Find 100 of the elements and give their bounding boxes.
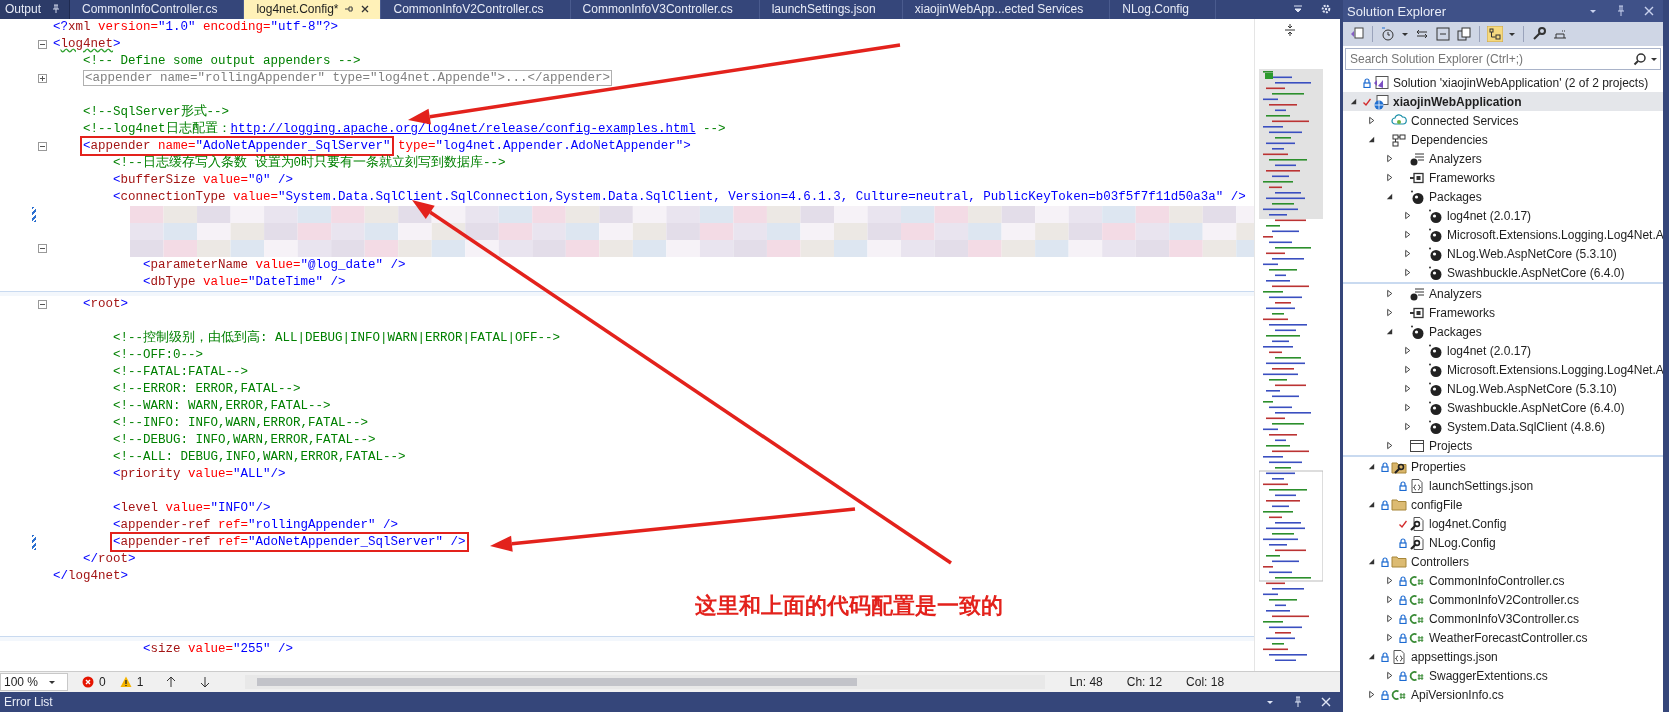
tree-item[interactable]: System.Data.SqlClient (4.8.6) <box>1343 417 1663 436</box>
zoom-dropdown[interactable]: 100 % <box>0 673 68 692</box>
caret-right-icon[interactable] <box>1385 576 1394 585</box>
arrow-up-icon[interactable] <box>165 676 178 689</box>
caret-right-icon[interactable] <box>1385 441 1394 450</box>
collapse-icon[interactable] <box>38 141 47 151</box>
copy-icon[interactable] <box>1456 26 1472 42</box>
tree-item[interactable]: WeatherForecastController.cs <box>1343 628 1663 647</box>
tree-item[interactable]: log4net (2.0.17) <box>1343 206 1663 225</box>
wrench-icon[interactable] <box>1531 26 1547 42</box>
tree-item[interactable]: Analyzers <box>1343 149 1663 168</box>
vs-project-icon[interactable] <box>1349 26 1365 42</box>
caret-down-icon[interactable] <box>1367 462 1376 471</box>
caret-right-icon[interactable] <box>1403 384 1412 393</box>
caret-right-icon[interactable] <box>1403 365 1412 374</box>
split-icon[interactable] <box>1283 22 1297 37</box>
arrow-down-icon[interactable] <box>199 676 212 689</box>
caret-right-icon[interactable] <box>1403 249 1412 258</box>
search-field[interactable]: Search Solution Explorer (Ctrl+;) <box>1345 48 1661 70</box>
caret-down-icon[interactable] <box>1367 652 1376 661</box>
tree-item[interactable]: Swashbuckle.AspNetCore (6.4.0) <box>1343 398 1663 417</box>
tree-item[interactable]: NLog.Web.AspNetCore (5.3.10) <box>1343 379 1663 398</box>
tree-item[interactable]: CommonInfoV3Controller.cs <box>1343 609 1663 628</box>
caret-right-icon[interactable] <box>1403 268 1412 277</box>
close-icon[interactable] <box>360 4 371 15</box>
caret-down-icon[interactable] <box>1385 327 1394 336</box>
tree-item[interactable]: launchSettings.json <box>1343 476 1663 495</box>
caret-right-icon[interactable] <box>1403 211 1412 220</box>
caret-right-icon[interactable] <box>1367 690 1376 699</box>
tree-item[interactable]: appsettings.json <box>1343 647 1663 666</box>
output-tab[interactable]: Output <box>0 0 71 19</box>
tree-item[interactable]: Microsoft.Extensions.Logging.Log4Net.A <box>1343 225 1663 244</box>
tree-item[interactable]: Projects <box>1343 436 1663 455</box>
tree-item[interactable]: Swashbuckle.AspNetCore (6.4.0) <box>1343 263 1663 282</box>
tree-item[interactable]: NLog.Web.AspNetCore (5.3.10) <box>1343 244 1663 263</box>
pin-icon[interactable] <box>344 4 355 15</box>
tree-item[interactable]: CommonInfoController.cs <box>1343 571 1663 590</box>
tree-item[interactable]: Controllers <box>1343 552 1663 571</box>
search-icon[interactable] <box>1633 52 1647 66</box>
settings-icon[interactable] <box>1320 3 1332 16</box>
caret-right-icon[interactable] <box>1403 403 1412 412</box>
pin-icon[interactable] <box>1615 5 1627 17</box>
caret-right-icon[interactable] <box>1367 116 1376 125</box>
document-tab[interactable]: xiaojinWebApp...ected Services <box>902 0 1111 19</box>
collapse-icon[interactable] <box>38 243 47 253</box>
tree-item[interactable]: Solution 'xiaojinWebApplication' (2 of 2 projects) <box>1343 73 1663 92</box>
tree-item[interactable]: configFile <box>1343 495 1663 514</box>
caret-icon[interactable] <box>1401 30 1409 38</box>
document-tab[interactable]: CommonInfoV2Controller.cs <box>381 0 571 19</box>
document-tab[interactable]: log4net.Config* <box>244 0 382 19</box>
caret-right-icon[interactable] <box>1385 614 1394 623</box>
caret-right-icon[interactable] <box>1385 289 1394 298</box>
link[interactable]: http://logging.apache.org/log4net/release/config-examples.html <box>230 121 696 136</box>
tree-item[interactable]: Dependencies <box>1343 130 1663 149</box>
collapse-icon[interactable] <box>38 299 47 309</box>
caret-down-icon[interactable] <box>1367 557 1376 566</box>
caret-right-icon[interactable] <box>1403 346 1412 355</box>
tree-item[interactable]: Packages <box>1343 187 1663 206</box>
collapse-all-icon[interactable] <box>1435 26 1451 42</box>
tree-item[interactable]: log4net (2.0.17) <box>1343 341 1663 360</box>
caret-icon[interactable] <box>1508 30 1516 38</box>
pin-icon[interactable] <box>1292 696 1304 708</box>
caret-down-icon[interactable] <box>1385 192 1394 201</box>
tree-item[interactable]: Connected Services <box>1343 111 1663 130</box>
pin-icon[interactable] <box>51 4 62 15</box>
tree-item[interactable]: Frameworks <box>1343 303 1663 322</box>
tree-item[interactable]: NLog.Config <box>1343 533 1663 552</box>
document-tab[interactable]: NLog.Config <box>1110 0 1216 19</box>
caret-right-icon[interactable] <box>1385 154 1394 163</box>
caret-right-icon[interactable] <box>1385 671 1394 680</box>
caret-down-icon[interactable] <box>1367 135 1376 144</box>
horizontal-scrollbar[interactable] <box>245 675 1046 690</box>
caret-icon[interactable] <box>48 678 57 687</box>
caret-right-icon[interactable] <box>1403 230 1412 239</box>
tree-view-icon[interactable] <box>1487 26 1503 42</box>
collapse-icon[interactable] <box>38 39 47 49</box>
tree-item[interactable]: log4net.Config <box>1343 514 1663 533</box>
tree-item[interactable]: Packages <box>1343 322 1663 341</box>
tree-item[interactable]: Frameworks <box>1343 168 1663 187</box>
caret-right-icon[interactable] <box>1385 308 1394 317</box>
caret-down-icon[interactable] <box>1367 500 1376 509</box>
tree-item[interactable]: Analyzers <box>1343 284 1663 303</box>
document-tab[interactable]: launchSettings.json <box>759 0 903 19</box>
caret-right-icon[interactable] <box>1385 173 1394 182</box>
expand-icon[interactable] <box>38 73 47 83</box>
tree-item[interactable]: ApiVersionInfo.cs <box>1343 685 1663 704</box>
caret-right-icon[interactable] <box>1385 595 1394 604</box>
tree-item[interactable]: xiaojinWebApplication <box>1343 92 1663 111</box>
tree-item[interactable]: Properties <box>1343 457 1663 476</box>
caret-icon[interactable] <box>1650 55 1658 63</box>
history-icon[interactable] <box>1380 26 1396 42</box>
caret-right-icon[interactable] <box>1385 633 1394 642</box>
tree-item[interactable]: SwaggerExtentions.cs <box>1343 666 1663 685</box>
document-tab[interactable]: CommonInfoV3Controller.cs <box>570 0 760 19</box>
errors-button[interactable]: 0 <box>82 675 106 690</box>
caret-down-icon[interactable] <box>1349 97 1358 106</box>
tree-item[interactable]: Microsoft.Extensions.Logging.Log4Net.A <box>1343 360 1663 379</box>
caret-right-icon[interactable] <box>1403 422 1412 431</box>
warnings-button[interactable]: 1 <box>119 675 144 690</box>
tree-item[interactable]: CommonInfoV2Controller.cs <box>1343 590 1663 609</box>
